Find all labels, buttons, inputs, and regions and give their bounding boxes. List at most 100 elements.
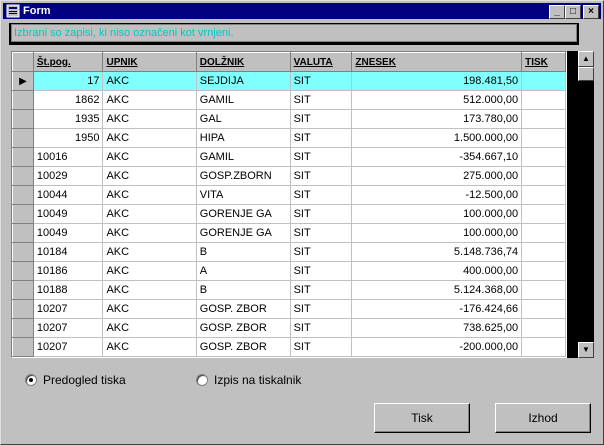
minimize-button[interactable]: _	[549, 5, 565, 19]
cell-valuta[interactable]: SIT	[290, 90, 353, 110]
row-indicator[interactable]	[12, 280, 34, 300]
cell-valuta[interactable]: SIT	[290, 109, 353, 129]
cell-dolznik[interactable]: GAMIL	[196, 147, 291, 167]
cell-stpog[interactable]: 1950	[33, 128, 104, 148]
cell-tisk[interactable]	[521, 90, 566, 110]
column-header-tisk[interactable]: TISK	[521, 52, 566, 72]
maximize-button[interactable]: □	[565, 5, 581, 19]
cell-dolznik[interactable]: B	[196, 242, 291, 262]
cell-upnik[interactable]: AKC	[102, 280, 197, 300]
cell-upnik[interactable]: AKC	[102, 90, 197, 110]
row-indicator[interactable]	[12, 337, 34, 357]
cell-valuta[interactable]: SIT	[290, 242, 353, 262]
cell-dolznik[interactable]: GORENJE GA	[196, 223, 291, 243]
cell-dolznik[interactable]: VITA	[196, 185, 291, 205]
cell-upnik[interactable]: AKC	[102, 261, 197, 281]
cell-znesek[interactable]: 512.000,00	[351, 90, 523, 110]
cell-valuta[interactable]: SIT	[290, 337, 353, 357]
cell-znesek[interactable]: 738.625,00	[351, 318, 523, 338]
row-indicator[interactable]	[12, 318, 34, 338]
cell-tisk[interactable]	[521, 242, 566, 262]
cell-stpog[interactable]: 10016	[33, 147, 104, 167]
cell-upnik[interactable]: AKC	[102, 242, 197, 262]
column-header-valuta[interactable]: VALUTA	[289, 52, 353, 72]
cell-dolznik[interactable]: B	[196, 280, 291, 300]
table-row[interactable]: 10184 AKC B SIT 5.148.736,74	[12, 242, 566, 262]
table-row[interactable]: 10207 AKC GOSP. ZBOR SIT 738.625,00	[12, 318, 566, 338]
scroll-down-button[interactable]: ▼	[578, 342, 594, 358]
cell-tisk[interactable]	[521, 147, 566, 167]
table-row[interactable]: 10016 AKC GAMIL SIT -354.667,10	[12, 147, 566, 167]
row-indicator[interactable]	[12, 242, 34, 262]
column-header-dolznik[interactable]: DOLŽNIK	[195, 52, 291, 72]
cell-tisk[interactable]	[521, 280, 566, 300]
scroll-thumb[interactable]	[578, 67, 594, 81]
radio-preview[interactable]: Predogled tiska	[25, 373, 126, 387]
row-indicator[interactable]	[12, 185, 34, 205]
table-row[interactable]: 1950 AKC HIPA SIT 1.500.000,00	[12, 128, 566, 148]
cell-valuta[interactable]: SIT	[290, 166, 353, 186]
cell-znesek[interactable]: -354.667,10	[351, 147, 523, 167]
cell-upnik[interactable]: AKC	[102, 128, 197, 148]
row-indicator[interactable]	[12, 299, 34, 319]
table-row[interactable]: 10207 AKC GOSP. ZBOR SIT -176.424,66	[12, 299, 566, 319]
cell-tisk[interactable]	[521, 185, 566, 205]
scroll-up-button[interactable]: ▲	[578, 51, 594, 67]
table-row[interactable]: 10186 AKC A SIT 400.000,00	[12, 261, 566, 281]
cell-stpog[interactable]: 10188	[33, 280, 104, 300]
row-indicator[interactable]	[12, 90, 34, 110]
row-indicator[interactable]	[12, 128, 34, 148]
cell-dolznik[interactable]: HIPA	[196, 128, 291, 148]
cell-dolznik[interactable]: A	[196, 261, 291, 281]
cell-upnik[interactable]: AKC	[102, 71, 197, 91]
table-row[interactable]: 1935 AKC GAL SIT 173.780,00	[12, 109, 566, 129]
cell-dolznik[interactable]: GAMIL	[196, 90, 291, 110]
cell-valuta[interactable]: SIT	[290, 318, 353, 338]
column-header-upnik[interactable]: UPNIK	[102, 52, 197, 72]
cell-valuta[interactable]: SIT	[290, 280, 353, 300]
cell-dolznik[interactable]: SEJDIJA	[196, 71, 291, 91]
table-row[interactable]: 10049 AKC GORENJE GA SIT 100.000,00	[12, 204, 566, 224]
records-grid[interactable]: Št.pog. UPNIK DOLŽNIK VALUTA ZNESEK TISK…	[11, 51, 567, 358]
cell-upnik[interactable]: AKC	[102, 185, 197, 205]
table-row[interactable]: ▶ 17 AKC SEJDIJA SIT 198.481,50	[12, 71, 566, 91]
cell-valuta[interactable]: SIT	[290, 147, 353, 167]
table-row[interactable]: 1862 AKC GAMIL SIT 512.000,00	[12, 90, 566, 110]
row-indicator[interactable]	[12, 261, 34, 281]
table-row[interactable]: 10207 AKC GOSP. ZBOR SIT -200.000,00	[12, 337, 566, 357]
cell-znesek[interactable]: 275.000,00	[351, 166, 523, 186]
exit-button[interactable]: Izhod	[495, 403, 591, 433]
cell-tisk[interactable]	[521, 299, 566, 319]
cell-tisk[interactable]	[521, 318, 566, 338]
radio-printer[interactable]: Izpis na tiskalnik	[196, 373, 301, 387]
table-row[interactable]: 10049 AKC GORENJE GA SIT 100.000,00	[12, 223, 566, 243]
cell-valuta[interactable]: SIT	[290, 261, 353, 281]
cell-znesek[interactable]: 198.481,50	[351, 71, 523, 91]
radio-printer-dot[interactable]	[196, 374, 208, 386]
scroll-track[interactable]	[578, 51, 594, 358]
row-indicator[interactable]	[12, 147, 34, 167]
cell-dolznik[interactable]: GOSP. ZBOR	[196, 299, 291, 319]
cell-upnik[interactable]: AKC	[102, 318, 197, 338]
cell-znesek[interactable]: 100.000,00	[351, 204, 523, 224]
cell-stpog[interactable]: 10207	[33, 299, 104, 319]
cell-dolznik[interactable]: GAL	[196, 109, 291, 129]
cell-stpog[interactable]: 10049	[33, 223, 104, 243]
cell-stpog[interactable]: 10207	[33, 318, 104, 338]
cell-valuta[interactable]: SIT	[290, 185, 353, 205]
cell-znesek[interactable]: 1.500.000,00	[351, 128, 523, 148]
row-indicator[interactable]	[12, 166, 34, 186]
cell-tisk[interactable]	[521, 223, 566, 243]
row-indicator[interactable]: ▶	[12, 71, 34, 91]
cell-dolznik[interactable]: GOSP. ZBOR	[196, 337, 291, 357]
column-header-stpog[interactable]: Št.pog.	[32, 52, 104, 72]
row-indicator[interactable]	[12, 204, 34, 224]
table-row[interactable]: 10029 AKC GOSP.ZBORN SIT 275.000,00	[12, 166, 566, 186]
cell-valuta[interactable]: SIT	[290, 204, 353, 224]
cell-stpog[interactable]: 10186	[33, 261, 104, 281]
cell-dolznik[interactable]: GORENJE GA	[196, 204, 291, 224]
table-row[interactable]: 10188 AKC B SIT 5.124.368,00	[12, 280, 566, 300]
cell-znesek[interactable]: -200.000,00	[351, 337, 523, 357]
cell-dolznik[interactable]: GOSP.ZBORN	[196, 166, 291, 186]
cell-tisk[interactable]	[521, 261, 566, 281]
